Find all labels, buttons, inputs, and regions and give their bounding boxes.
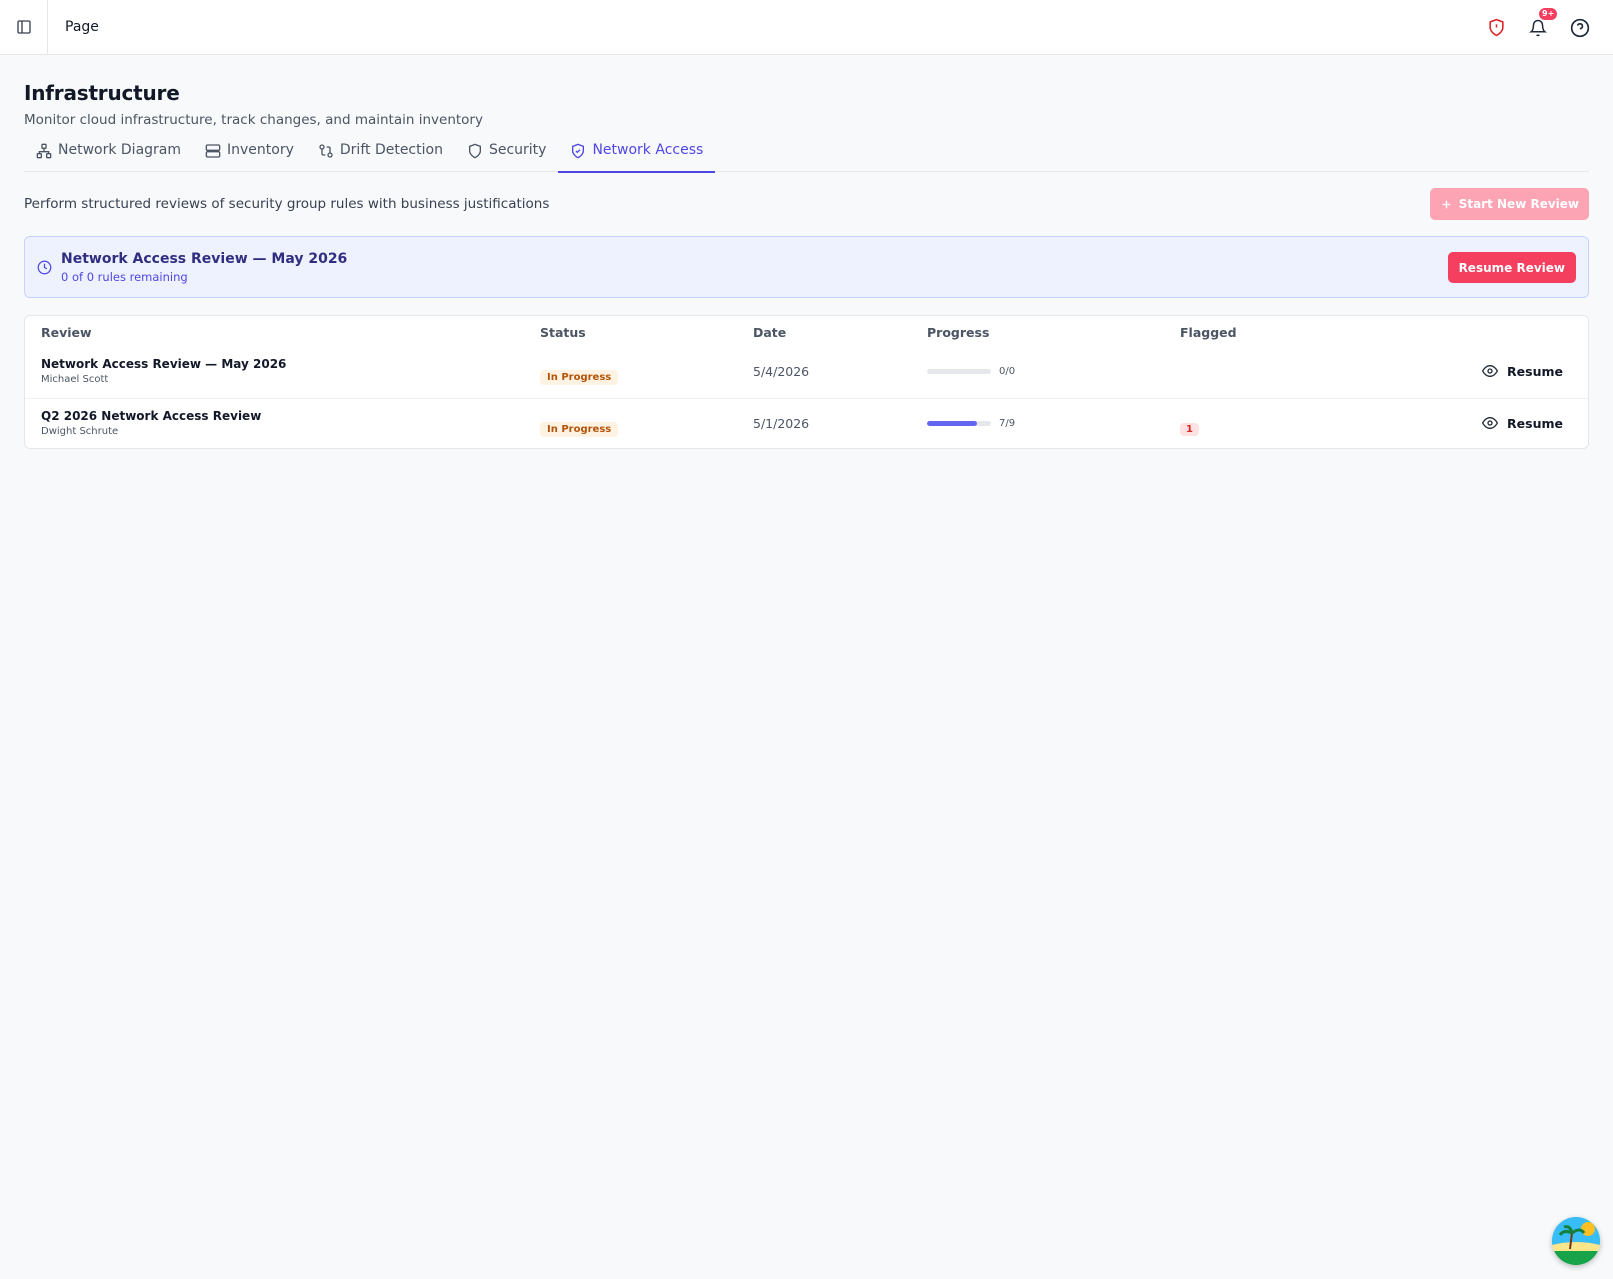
resume-label: Resume xyxy=(1507,363,1563,379)
review-owner: Dwight Schrute xyxy=(41,426,119,437)
resume-label: Resume xyxy=(1507,415,1563,431)
topbar-actions: 9+ xyxy=(1485,0,1591,55)
review-owner: Michael Scott xyxy=(41,374,109,385)
table-row[interactable]: Network Access Review — May 2026 Michael… xyxy=(25,347,1588,398)
progress-indicator: 0/0 xyxy=(927,366,1015,377)
sidebar-toggle-button[interactable] xyxy=(0,0,48,55)
review-date: 5/1/2026 xyxy=(753,416,810,431)
git-compare-icon xyxy=(319,144,333,158)
table-row[interactable]: Q2 2026 Network Access Review Dwight Sch… xyxy=(25,398,1588,449)
progress-text: 7/9 xyxy=(999,418,1016,429)
tab-label: Network Diagram xyxy=(58,142,182,158)
tab-inventory[interactable]: Inventory xyxy=(193,142,306,172)
tab-network-diagram[interactable]: Network Diagram xyxy=(24,142,193,172)
help-button[interactable] xyxy=(1569,17,1591,39)
tab-security[interactable]: Security xyxy=(455,142,559,172)
flagged-count-badge: 1 xyxy=(1180,423,1199,436)
active-review-title: Network Access Review — May 2026 xyxy=(61,250,348,267)
tab-label: Drift Detection xyxy=(339,142,443,158)
tab-bar: Network Diagram Inventory Drift Detectio… xyxy=(24,142,1589,173)
eye-icon xyxy=(1482,364,1499,378)
column-header-date: Date xyxy=(753,325,787,340)
review-toolbar: Perform structured reviews of security g… xyxy=(24,188,1589,220)
notification-count-badge: 9+ xyxy=(1538,6,1559,21)
progress-text: 0/0 xyxy=(999,366,1016,377)
beach-avatar-icon xyxy=(1552,1217,1600,1265)
tab-label: Inventory xyxy=(227,142,294,158)
topbar-title: Page xyxy=(65,19,99,35)
column-header-flagged: Flagged xyxy=(1180,325,1237,340)
notifications-button[interactable]: 9+ xyxy=(1527,6,1559,39)
column-header-status: Status xyxy=(540,325,586,340)
eye-icon xyxy=(1482,416,1499,430)
status-badge: In Progress xyxy=(540,370,619,385)
reviews-table: Review Status Date Progress Flagged Netw… xyxy=(24,315,1589,449)
resume-review-button[interactable]: Resume Review xyxy=(1447,252,1576,283)
column-header-progress: Progress xyxy=(927,325,990,340)
security-alert-button[interactable] xyxy=(1485,17,1507,39)
review-name: Q2 2026 Network Access Review xyxy=(41,409,262,423)
network-icon xyxy=(36,143,52,159)
assistant-avatar-button[interactable] xyxy=(1552,1217,1600,1265)
progress-bar xyxy=(927,369,991,374)
tab-label: Network Access xyxy=(592,142,704,158)
progress-indicator: 7/9 xyxy=(927,418,1015,429)
shield-icon xyxy=(468,143,481,159)
sidebar-icon xyxy=(16,20,31,34)
bell-icon xyxy=(1529,19,1547,36)
resume-link[interactable]: Resume xyxy=(1482,415,1563,431)
review-name: Network Access Review — May 2026 xyxy=(41,357,287,371)
active-review-remaining: 0 of 0 rules remaining xyxy=(61,269,188,284)
top-bar: Page 9+ xyxy=(0,0,1613,55)
start-new-review-button[interactable]: Start New Review xyxy=(1429,188,1589,220)
tab-label: Security xyxy=(488,142,547,158)
active-review-banner: Network Access Review — May 2026 0 of 0 … xyxy=(24,236,1589,298)
clock-icon xyxy=(37,260,52,274)
help-circle-icon xyxy=(1570,18,1590,37)
tab-drift-detection[interactable]: Drift Detection xyxy=(306,142,455,172)
server-icon xyxy=(205,144,221,158)
shield-check-icon xyxy=(572,143,585,159)
start-new-review-label: Start New Review xyxy=(1458,197,1579,211)
review-date: 5/4/2026 xyxy=(753,364,810,379)
shield-alert-icon xyxy=(1488,18,1504,37)
plus-icon xyxy=(1442,200,1450,208)
progress-fill xyxy=(927,421,977,426)
tab-network-access[interactable]: Network Access xyxy=(558,142,716,173)
status-badge: In Progress xyxy=(540,422,619,437)
page-subtitle: Monitor cloud infrastructure, track chan… xyxy=(24,112,483,128)
progress-bar xyxy=(927,421,991,426)
main-content: Infrastructure Monitor cloud infrastruct… xyxy=(24,55,1589,449)
section-description: Perform structured reviews of security g… xyxy=(24,196,550,212)
resume-link[interactable]: Resume xyxy=(1482,363,1563,379)
column-header-review: Review xyxy=(41,325,92,340)
flagged-cell: 1 xyxy=(1180,417,1199,436)
page-title: Infrastructure xyxy=(24,81,180,105)
